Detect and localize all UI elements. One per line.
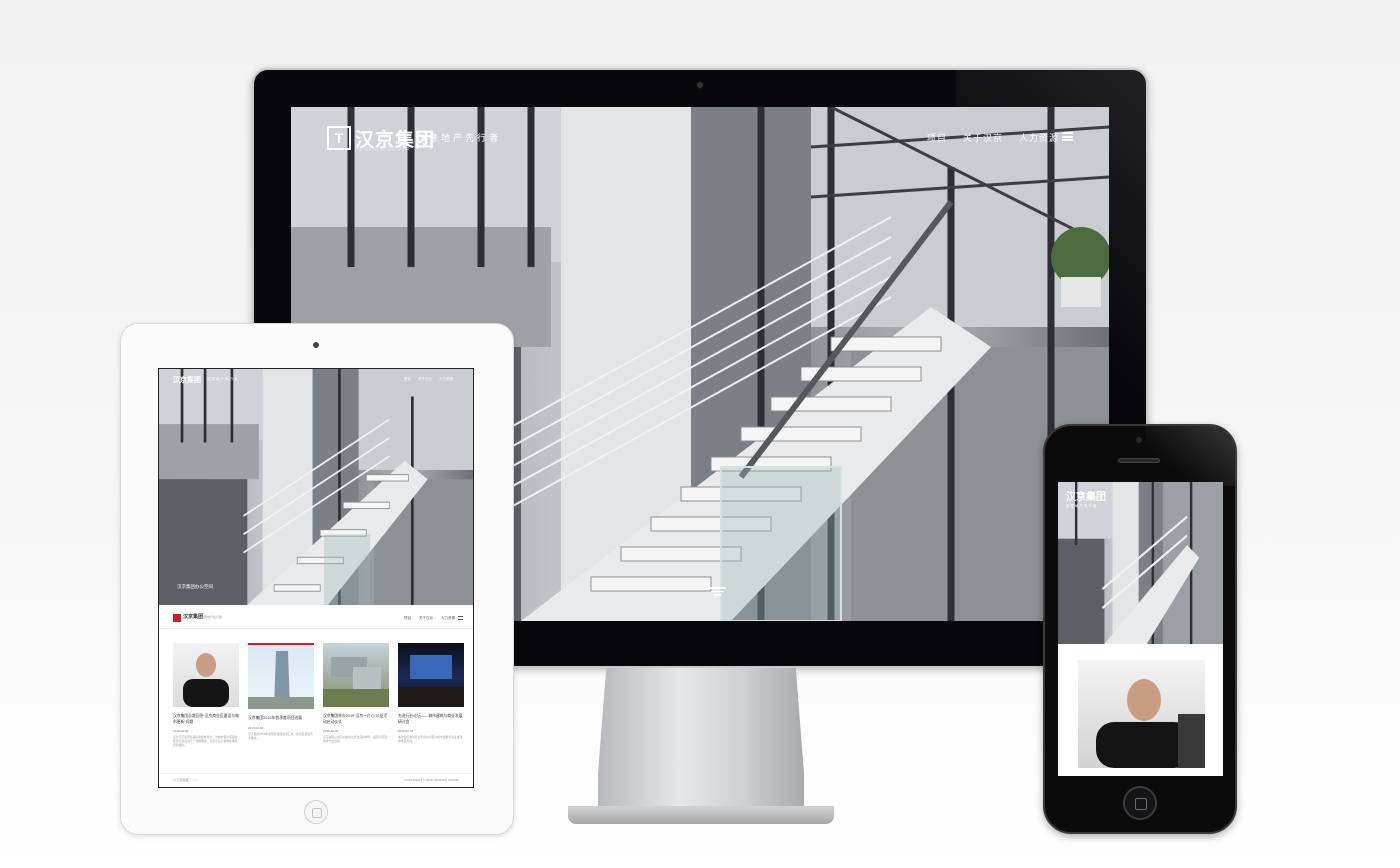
stairwell-photo (159, 369, 473, 605)
ipad-home-button[interactable] (304, 800, 328, 824)
tablet-hero-photo: 汉京集团 创意地产先行者 项目 关于汉京 人力资源 汉京集团办公空间 (159, 369, 473, 605)
phone-tagline: 创意地产先行者 (1066, 504, 1098, 508)
hamburger-menu-icon[interactable] (1062, 132, 1073, 141)
news-date: 2015-02-02 (173, 729, 189, 733)
tablet-nav: 项目 关于汉京 人力资源 (404, 377, 453, 382)
portrait-thumbnail[interactable] (173, 643, 239, 707)
news-card[interactable]: 先进行业论坛——城市建筑与商业发展研讨会 2015-02-02 本次论坛邀请行业… (398, 643, 464, 743)
nav-item-about[interactable]: 关于汉京 (963, 131, 1003, 144)
hamburger-menu-icon[interactable] (458, 616, 463, 620)
news-card[interactable]: 汉京集团2015年各季度项目进展 2015-02-02 汉京集团2015年度项目… (248, 643, 314, 740)
tablet-nav-hr[interactable]: 人力资源 (439, 377, 453, 382)
news-title[interactable]: 汉京集团2015年各季度项目进展 (248, 716, 314, 722)
phone-site-logo[interactable]: 汉京集团 (1066, 488, 1106, 503)
tablet-nav-about[interactable]: 关于汉京 (418, 377, 432, 382)
news-date: 2015-02-02 (248, 725, 264, 730)
sub-nav-hr[interactable]: 人力资源 (441, 616, 455, 621)
nav-item-hr[interactable]: 人力资源 (1019, 131, 1059, 144)
conference-thumbnail[interactable] (398, 643, 464, 707)
news-card[interactable]: 汉京集团举办2015“汉京一片心”公益活动启动仪式 2015-02-02 汉京集… (323, 643, 389, 743)
tablet-sub-tagline: 创意地产先行者 (201, 615, 223, 619)
filter-lines-icon[interactable] (708, 587, 726, 597)
apple-logo-icon (690, 632, 710, 654)
tower-thumbnail[interactable] (248, 645, 314, 709)
news-date: 2015-02-02 (398, 729, 414, 733)
portrait-photo[interactable] (1078, 660, 1205, 768)
tablet-sub-nav: 项目 关于汉京 人力资源 (404, 616, 455, 621)
site-header: T 汉京集团 HANKING GROUP 创意地产先行者 项目 关于汉京 人力资… (291, 107, 1109, 167)
iphone-speaker (1118, 458, 1160, 463)
sub-nav-projects[interactable]: 项目 (404, 616, 411, 621)
news-excerpt: 本次论坛邀请行业专家共同探讨城市建筑与商业发展的未来方向。 (398, 735, 463, 743)
tablet-tagline: 创意地产先行者 (207, 377, 239, 381)
news-excerpt: 近日汉京集团总裁接受媒体专访，对城市更新项目的规划与建设进行了详细阐述，并表示汉… (173, 735, 238, 747)
ipad-camera (313, 342, 319, 348)
imac-stand (598, 668, 804, 818)
nav-item-projects[interactable]: 项目 (927, 131, 947, 144)
logo-subtitle: HANKING GROUP (355, 147, 411, 153)
news-card[interactable]: 汉京集团总裁回答“汉京商业区建设与城市更新”问题 2015-02-02 近日汉京… (173, 643, 239, 747)
phone-hero-photo: 汉京集团 创意地产先行者 (1058, 482, 1223, 644)
logo-icon[interactable]: T (327, 126, 351, 150)
news-title[interactable]: 先进行业论坛——城市建筑与商业发展研讨会 (398, 714, 464, 725)
tablet-footer: ◎ 汉京集团 ○ ○ ○ COPYRIGHT © 2015 HANKING GR… (159, 773, 473, 787)
ipad-website-screen: 汉京集团 创意地产先行者 项目 关于汉京 人力资源 汉京集团办公空间 汉京集团 … (158, 368, 474, 788)
news-excerpt: 汉京集团公益活动启动仪式在深圳举行，集团高层及各界代表出席。 (323, 735, 388, 743)
tablet-nav-projects[interactable]: 项目 (404, 377, 411, 382)
tablet-sticky-header: 汉京集团 创意地产先行者 项目 关于汉京 人力资源 (159, 607, 473, 629)
iphone-camera (1136, 437, 1142, 443)
iphone-home-button[interactable] (1123, 786, 1157, 820)
red-logo-icon[interactable] (173, 614, 181, 622)
imac-camera (697, 82, 703, 88)
news-excerpt: 汉京集团2015年度项目进展情况汇总，各项目建设有序推进。 (248, 731, 313, 740)
footer-copyright: COPYRIGHT © 2015 HANKING GROUP (404, 778, 459, 782)
hero-caption: 汉京集团办公空间 (177, 584, 213, 589)
footer-links[interactable]: ◎ 汉京集团 ○ ○ ○ (173, 778, 197, 782)
iphone-website-screen: 汉京集团 创意地产先行者 (1058, 482, 1223, 776)
tablet-sub-logo[interactable]: 汉京集团 (183, 613, 203, 620)
imac-foot (568, 806, 834, 824)
news-title[interactable]: 汉京集团总裁回答“汉京商业区建设与城市更新”问题 (173, 714, 239, 725)
news-title[interactable]: 汉京集团举办2015“汉京一片心”公益活动启动仪式 (323, 714, 389, 725)
sub-nav-about[interactable]: 关于汉京 (419, 616, 433, 621)
site-tagline: 创意地产先行者 (417, 133, 502, 143)
main-nav: 项目 关于汉京 人力资源 (927, 131, 1059, 144)
tablet-site-logo[interactable]: 汉京集团 (173, 375, 201, 385)
aerial-thumbnail[interactable] (323, 643, 389, 707)
news-date: 2015-02-02 (323, 729, 339, 733)
